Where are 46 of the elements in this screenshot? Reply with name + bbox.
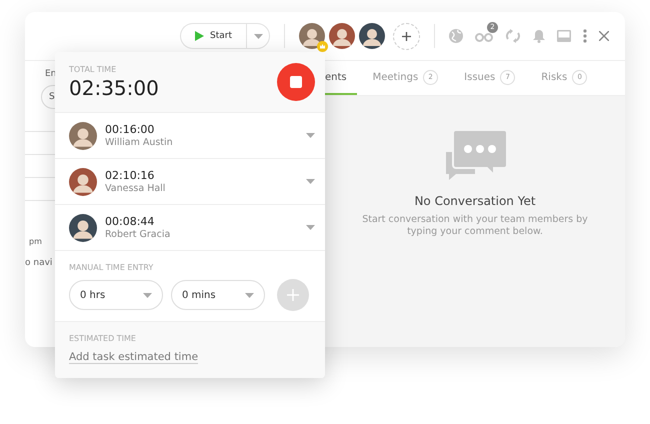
member-name: William Austin — [105, 137, 174, 148]
estimated-time-link[interactable]: Add task estimated time — [69, 351, 198, 364]
avatar — [69, 168, 97, 196]
more-icon[interactable] — [583, 29, 587, 43]
avatar — [69, 214, 97, 242]
section-label: MANUAL TIME ENTRY — [69, 263, 154, 272]
start-button[interactable]: Start — [180, 23, 246, 49]
caret-icon — [245, 292, 254, 298]
entry-time: 02:10:16 — [105, 169, 156, 182]
binoculars-icon[interactable] — [475, 30, 493, 42]
avatar — [69, 122, 97, 150]
caret-icon[interactable] — [306, 179, 315, 184]
avatar[interactable] — [359, 23, 385, 49]
add-button[interactable] — [277, 279, 309, 311]
empty-description: Start conversation with your team members by typing your comment below. — [361, 214, 589, 239]
avatar[interactable] — [329, 23, 355, 49]
play-icon — [195, 31, 204, 41]
caret-icon[interactable] — [306, 225, 315, 230]
plus-icon — [287, 289, 299, 301]
section-label: ESTIMATED TIME — [69, 334, 137, 343]
panel-icon[interactable] — [557, 30, 571, 42]
empty-title: No Conversation Yet — [414, 194, 536, 208]
caret-icon — [254, 34, 262, 38]
member-name: Vanessa Hall — [105, 183, 166, 194]
plus-icon — [402, 32, 411, 40]
caret-icon — [143, 292, 152, 298]
add-member-button[interactable] — [393, 22, 420, 50]
caret-icon[interactable] — [306, 133, 315, 138]
total-time: 02:35:00 — [69, 76, 159, 100]
globe-icon[interactable] — [449, 29, 463, 43]
dropdown-button[interactable] — [246, 23, 270, 49]
entry-time: 00:08:44 — [105, 215, 156, 228]
member-name: Robert Gracia — [105, 229, 172, 240]
hours-select[interactable]: 0 hrs — [69, 280, 163, 310]
entry-time: 00:16:00 — [105, 123, 156, 136]
total-time-label: TOTAL TIME — [69, 64, 118, 74]
stop-icon — [290, 76, 302, 88]
stop-button[interactable] — [277, 63, 315, 101]
chat-bubbles-icon — [443, 130, 507, 182]
close-icon[interactable] — [599, 31, 609, 41]
hint-text: o navi — [25, 258, 52, 268]
sync-icon[interactable] — [505, 29, 521, 43]
minutes-select[interactable]: 0 mins — [171, 280, 265, 310]
bell-icon[interactable] — [533, 29, 545, 43]
avatar[interactable] — [299, 23, 325, 49]
time-text: pm — [29, 237, 42, 246]
